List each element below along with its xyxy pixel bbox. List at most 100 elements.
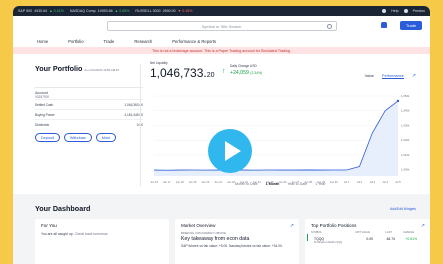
nav-item-portfolio[interactable]: Portfolio [68,39,83,44]
ticker-item[interactable]: S&P 500 4930.64 ▲ 0.41% [18,9,64,13]
position-mkt-value: 0.00 [366,237,373,241]
play-icon [224,141,241,161]
position-last: 46.74 [386,237,396,241]
portfolio-title-text: Your Portfolio [35,64,83,73]
data-point [396,99,400,103]
ticker-item[interactable]: RUSSELL 3000 2890.00 ▼ 0.16% [135,9,192,13]
search-placeholder: Symbol or Site Search [201,23,242,29]
net-liquidity-cents: 20 [206,72,215,79]
range-year-to-date[interactable]: Year to Date [287,182,307,186]
trade-button[interactable]: Trade [400,21,422,30]
arrow-up-icon: ↑ [222,68,226,75]
app-window: S&P 500 4930.64 ▲ 0.41% NASDAQ Comp 1495… [13,6,430,264]
positions-header: SYMBOL MKT VALUE LAST CHANGE [305,228,430,234]
user-icon[interactable] [382,9,387,13]
range-1-month[interactable]: 1 Month [266,182,280,186]
col-header: MKT VALUE [355,231,370,234]
x-tick-label: Jun 21 [214,180,222,184]
check-back-link[interactable]: Check back tomorrow. [75,232,109,236]
daily-change-pct: (2.34%) [250,71,263,75]
performance-chart: 1,050k 1,040k 1,030k 1,020k 1,010k 1,000k Jun … [150,94,410,184]
range-month-to-date[interactable]: Month to Date [235,182,258,186]
x-tick-label: Jun 30 [330,180,338,184]
portfolio-chart-panel: Net Liquidity 1,046,733.20 ↑ Daily Chang… [150,54,430,194]
col-header: SYMBOL [311,231,322,234]
external-link-icon[interactable]: ↗ [421,223,425,229]
position-name: ProShares UltraPro QQQ [314,241,343,244]
card-title: Top Portfolio Positions [311,223,357,228]
ticker-change: ▲ 0.65% [114,9,130,13]
col-header: CHANGE [402,231,414,234]
x-tick-label: Jul 4 [382,180,388,184]
caught-up-text: You are all caught up. [41,232,74,236]
help-link[interactable]: Help [391,9,398,13]
net-liquidity-label: Net Liquidity [150,61,168,65]
x-tick-label: Jun 16 [150,180,158,184]
ticker-value: 2890.00 [162,9,176,13]
divider [140,64,141,186]
external-link-icon[interactable]: ↗ [412,73,416,79]
net-liquidity-main: 1,046,733. [150,66,207,80]
ticker-value: 4930.64 [34,9,48,13]
chart-tabs: Value Performance ↗ [365,73,416,79]
portfolio-summary: Your Portfolio As of 01/26/24 10:50 AM E… [35,64,143,142]
net-liquidity-value: 1,046,733.20 [150,66,215,80]
x-tick-label: Jul 5 [395,180,401,184]
news-headline[interactable]: Key takeaway from econ data [175,235,299,243]
area-fill [154,100,398,176]
paper-trading-banner: This is not a brokerage account. This is… [13,47,430,54]
account-actions: Deposit Withdraw More [35,133,143,142]
y-tick-label: 1,000k [401,168,410,172]
deposit-button[interactable]: Deposit [35,133,60,142]
x-tick-label: Jul 1 [344,180,350,184]
news-body: S&P futures vs fair value: +5.00. Nasdaq… [181,244,283,248]
account-icon[interactable] [403,9,408,13]
x-tick-label: Jul 2 [357,180,363,184]
x-tick-label: Jun 18 [176,180,184,184]
series-line [153,100,399,171]
header-bar: Symbol or Site Search Trade [13,16,430,36]
more-button[interactable]: More [95,133,117,142]
x-tick-label: Jun 19 [189,180,197,184]
caught-up-message: You are all caught up. Check back tomorr… [35,228,169,240]
card-title: Market Overview [181,223,216,228]
search-icon[interactable] [326,24,332,29]
y-tick-label: 1,010k [401,153,410,157]
ticker-item[interactable]: NASDAQ Comp 14953.66 ▲ 0.65% [70,9,130,13]
ticker-name: NASDAQ Comp [69,9,96,13]
external-link-icon[interactable]: ↗ [290,223,294,229]
search-input[interactable]: Symbol or Site Search [106,21,337,31]
nav-item-trade[interactable]: Trade [104,39,115,44]
top-positions-card: Top Portfolio Positions ↗ SYMBOL MKT VAL… [305,219,430,264]
tab-value[interactable]: Value [365,74,374,78]
y-tick-label: 1,040k [401,109,410,113]
x-tick-label: Jun 17 [163,180,171,184]
card-title: For You [41,223,57,228]
market-overview-card: Market Overview ↗ BRIEFING.COM MARKET UP… [175,219,299,264]
news-source: BRIEFING.COM MARKET UPDATE [181,231,226,235]
balance-row: Dividends 0.00 [35,119,143,129]
add-edit-widgets-link[interactable]: Add/Edit Widgets [390,207,416,211]
dashboard-section: Your Dashboard Add/Edit Widgets For You … [13,194,430,264]
balance-label: Dividends [35,122,49,127]
notifications-bell-icon[interactable] [381,22,387,28]
daily-change-label: Daily Change USD [230,64,257,68]
balance-row: Settled Cash 1,046,363.00 [35,99,143,109]
play-video-button[interactable] [208,129,252,173]
nav-item-home[interactable]: Home [37,39,48,44]
nav-item-performance-reports[interactable]: Performance & Reports [172,39,216,44]
balance-label: Buying Power [35,112,55,117]
user-menu[interactable]: Preston [413,9,425,13]
ticker-value: 14953.66 [97,9,113,13]
table-row[interactable]: TQQQ 0.00 46.74 +0.81% [307,234,430,241]
balance-row: Buying Power 4,181,445.00 [35,109,143,119]
ticker-name: RUSSELL 3000 [135,9,161,13]
withdraw-button[interactable]: Withdraw [63,133,92,142]
y-tick-label: 1,030k [401,123,410,127]
tab-performance[interactable]: Performance [382,74,404,79]
nav-item-research[interactable]: Research [134,39,152,44]
account-block: Account 00287920 [35,87,143,99]
daily-change-value: +24,059 (2.34%) [230,70,262,76]
ticker-name: S&P 500 [18,9,33,13]
range-1-year[interactable]: 1 Year [315,182,325,186]
